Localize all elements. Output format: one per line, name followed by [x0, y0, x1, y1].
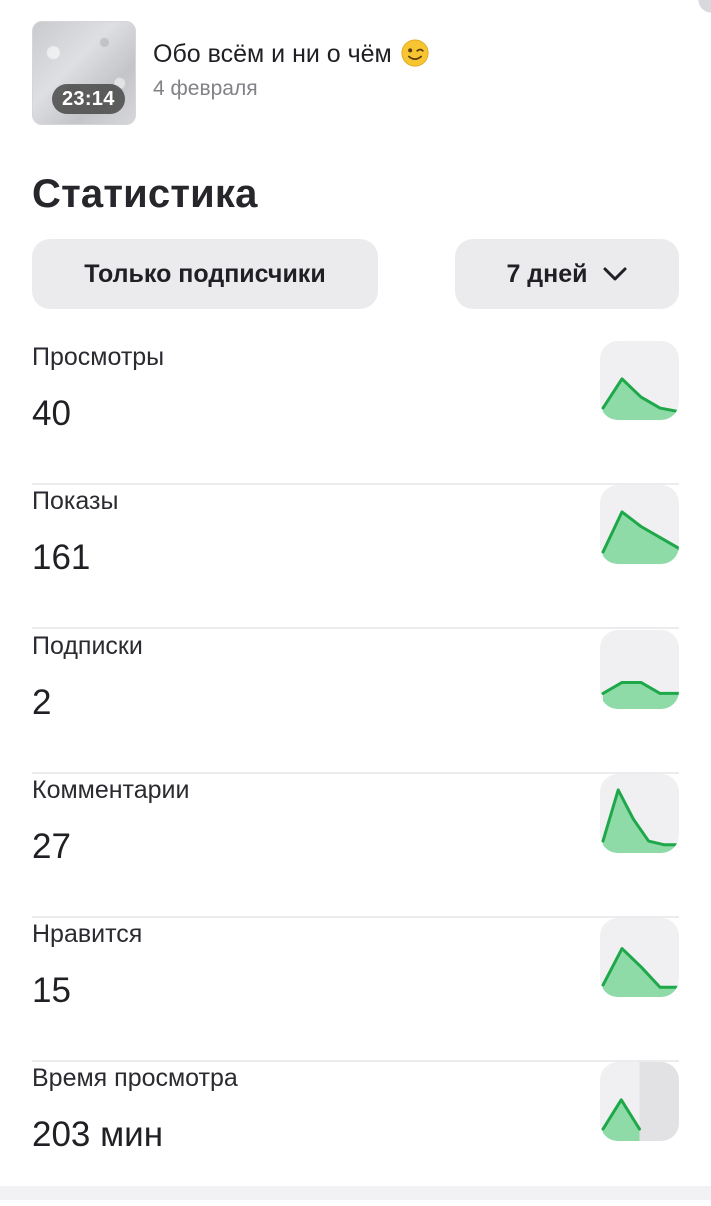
impressions-sparkline [600, 485, 679, 564]
stat-row-likes[interactable]: Нравится 15 [32, 918, 679, 1062]
bottom-edge [0, 1186, 711, 1200]
chevron-down-icon [603, 267, 627, 281]
stat-label: Просмотры [32, 343, 165, 371]
stat-label: Показы [32, 487, 119, 515]
stat-value: 203 мин [32, 1115, 164, 1154]
stat-value: 15 [32, 971, 71, 1010]
stat-row-impressions[interactable]: Показы 161 [32, 485, 679, 629]
sparkline-future-shade [639, 1062, 679, 1141]
sparkline-chart [601, 1062, 679, 1141]
statistics-title: Статистика [32, 172, 258, 216]
winking-face-icon [401, 39, 429, 67]
stat-row-views[interactable]: Просмотры 40 [32, 341, 679, 485]
stat-value: 40 [32, 394, 71, 433]
sparkline-area [603, 511, 679, 564]
subscribers-only-label: Только подписчики [84, 259, 326, 288]
sparkline-chart [601, 680, 679, 709]
period-dropdown[interactable]: 7 дней [455, 239, 679, 309]
stat-row-subscriptions[interactable]: Подписки 2 [32, 630, 679, 774]
duration-badge: 23:14 [52, 84, 125, 114]
post-thumbnail[interactable]: 23:14 [32, 21, 136, 125]
views-sparkline [600, 341, 679, 420]
stat-label: Комментарии [32, 776, 190, 804]
subscribers-only-button[interactable]: Только подписчики [32, 239, 378, 309]
post-header[interactable]: 23:14 Обо всём и ни о чём 4 февраля [32, 21, 429, 125]
post-date: 4 февраля [153, 77, 258, 100]
likes-sparkline [600, 918, 679, 997]
period-label: 7 дней [506, 259, 588, 288]
subscriptions-sparkline [600, 630, 679, 709]
sparkline-chart [601, 947, 679, 997]
window-corner-shade [697, 0, 711, 40]
stat-value: 2 [32, 683, 52, 722]
stat-row-comments[interactable]: Комментарии 27 [32, 774, 679, 918]
post-title: Обо всём и ни о чём [153, 37, 429, 71]
stat-label: Нравится [32, 920, 143, 948]
stat-label: Время просмотра [32, 1064, 238, 1092]
sparkline-area [603, 378, 679, 420]
sparkline-chart [601, 510, 679, 564]
comments-sparkline [600, 774, 679, 853]
stat-label: Подписки [32, 632, 143, 660]
watch-time-sparkline [600, 1062, 679, 1141]
sparkline-chart [601, 377, 679, 420]
stat-row-watch-time[interactable]: Время просмотра 203 мин [32, 1062, 679, 1206]
stat-value: 161 [32, 538, 91, 577]
sparkline-area [603, 948, 679, 997]
sparkline-chart [601, 788, 679, 853]
post-title-text: Обо всём и ни о чём [153, 40, 392, 68]
stat-value: 27 [32, 827, 71, 866]
post-meta: Обо всём и ни о чём 4 февраля [153, 37, 429, 101]
